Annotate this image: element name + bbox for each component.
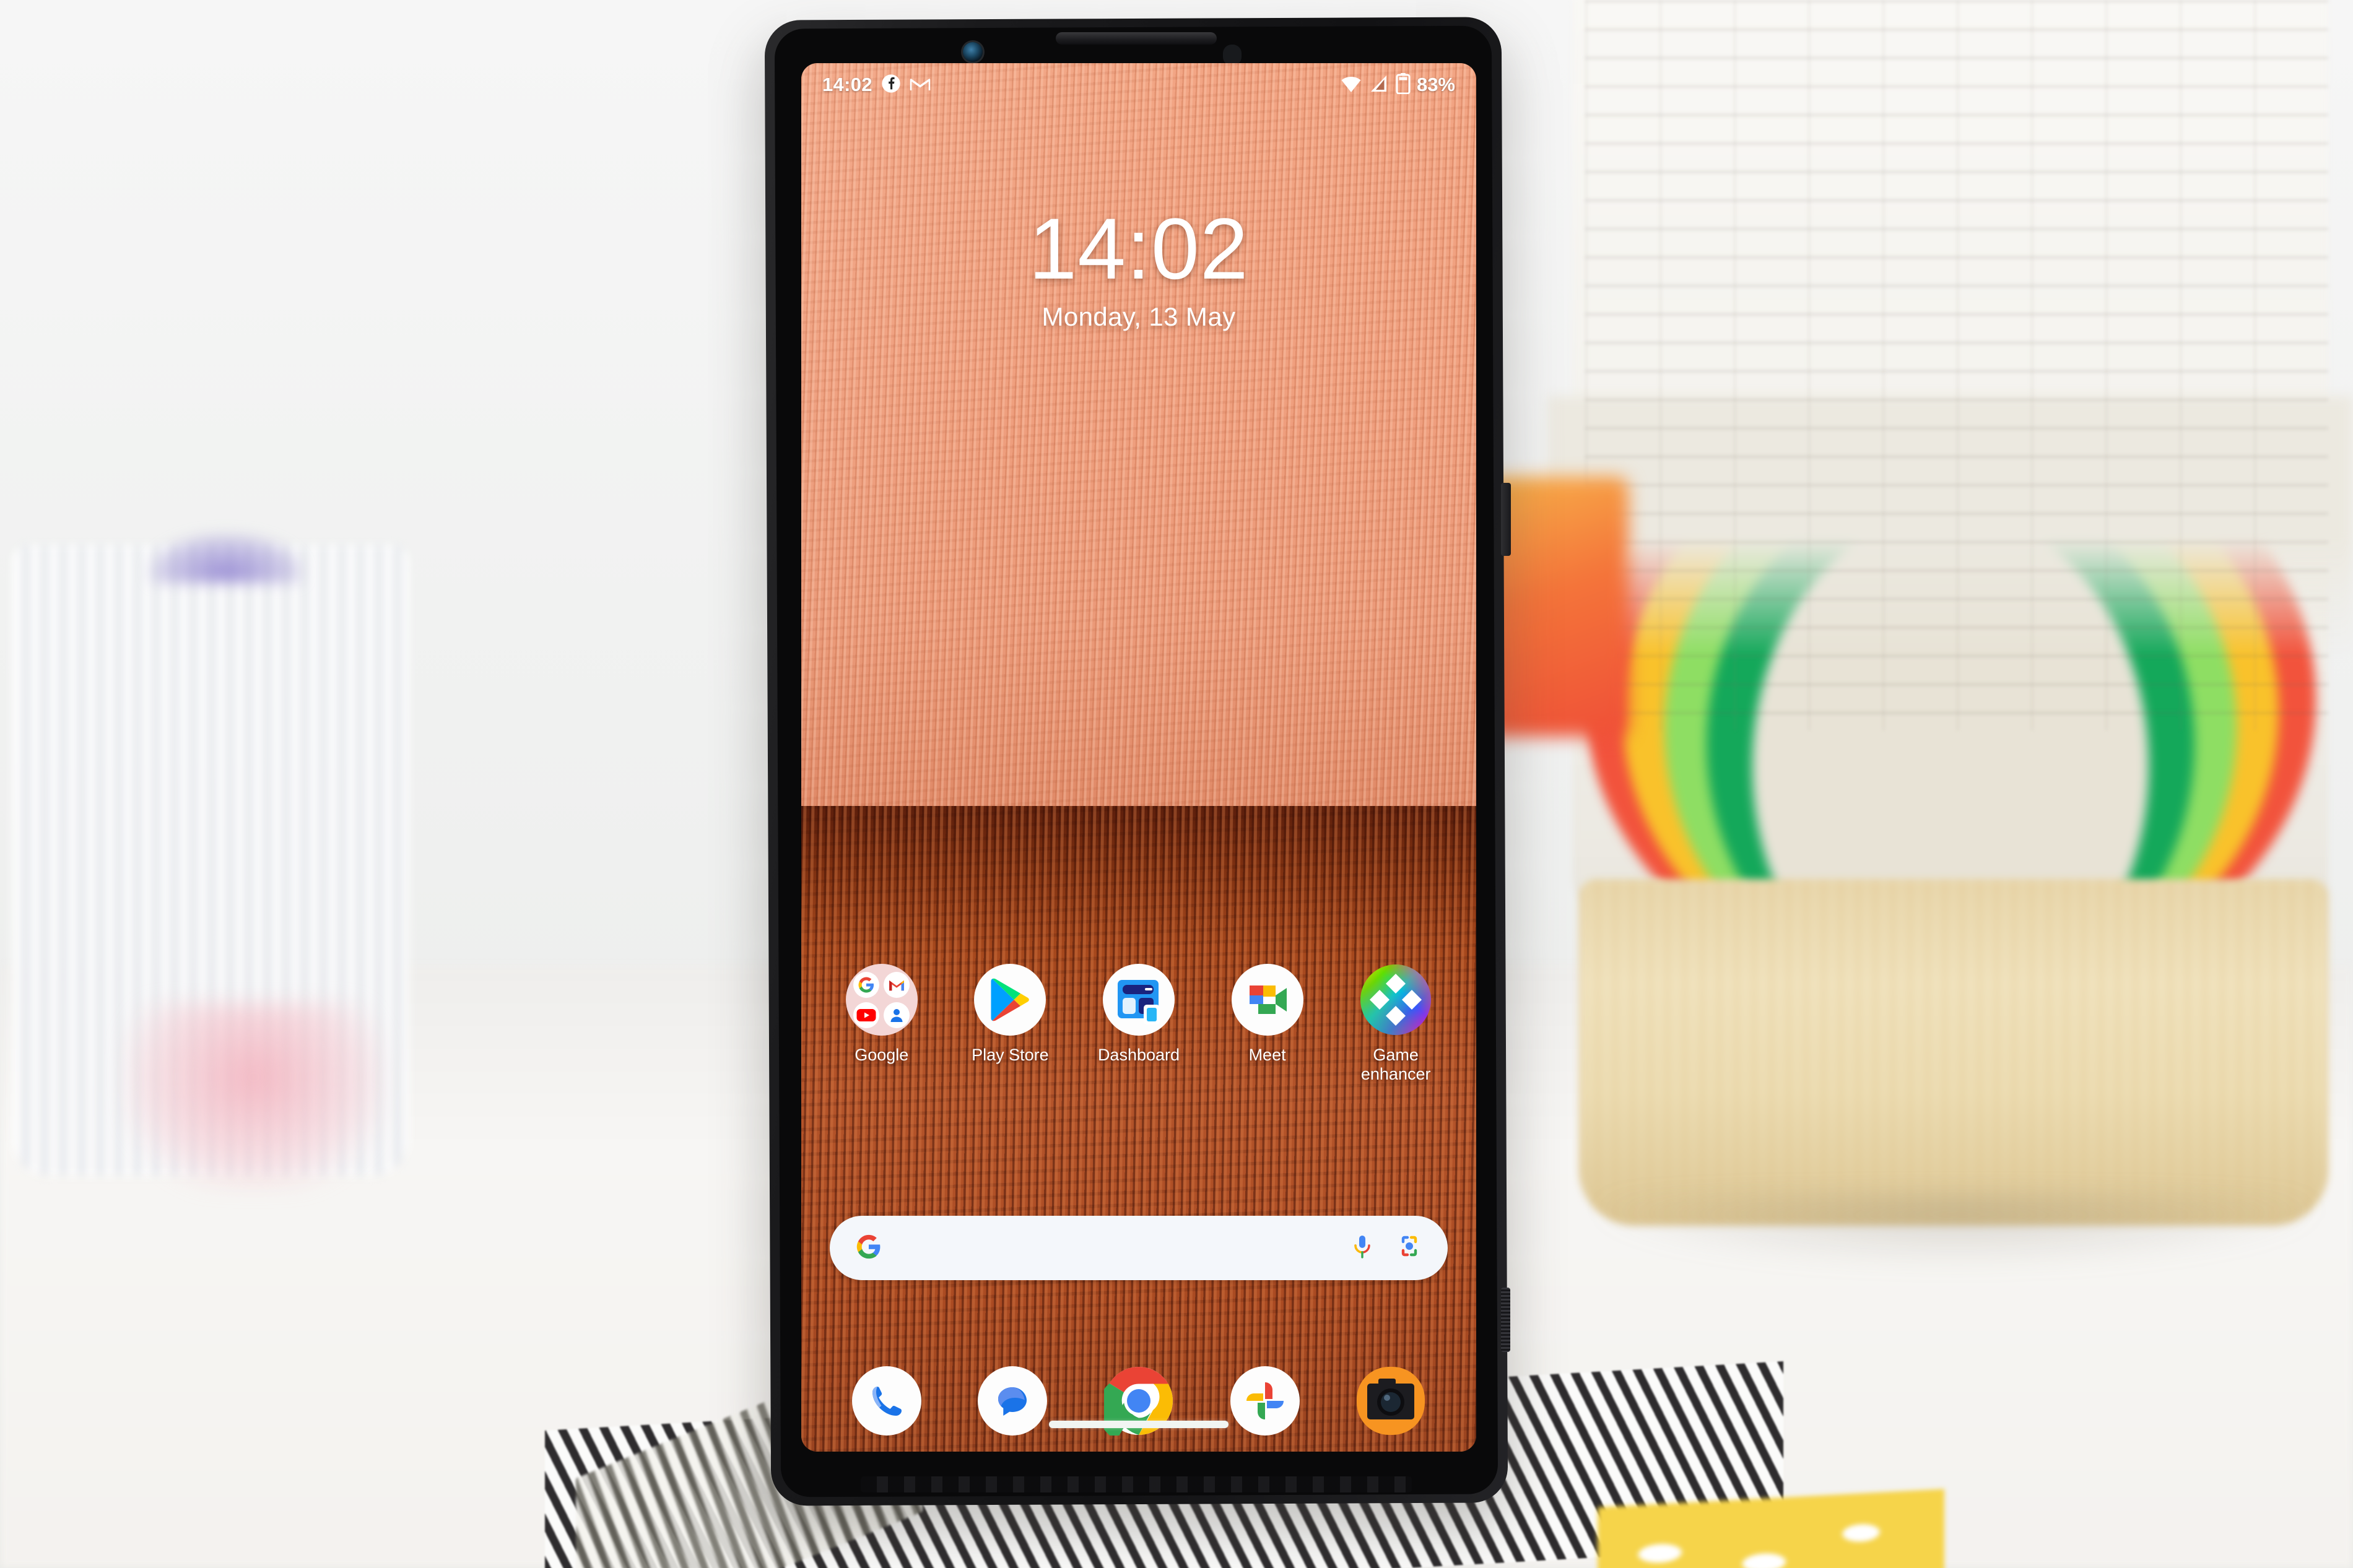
play-store-icon[interactable] bbox=[974, 964, 1046, 1036]
google-meet-icon[interactable] bbox=[1231, 964, 1303, 1036]
app-play-store[interactable]: Play Store bbox=[954, 964, 1066, 1065]
gesture-navigation-pill[interactable] bbox=[1049, 1421, 1229, 1428]
bottom-speaker-grille bbox=[861, 1476, 1412, 1492]
vase-pink-accent bbox=[124, 1003, 384, 1189]
wallpaper-top bbox=[801, 63, 1476, 806]
dashboard-icon[interactable] bbox=[1102, 964, 1175, 1036]
contacts-icon bbox=[884, 1002, 910, 1028]
phone-screen[interactable]: 14:02 83% 14:02 Monday, 13 May Google Pl… bbox=[801, 63, 1476, 1452]
phone-icon[interactable] bbox=[851, 1366, 921, 1436]
camera-shutter-button[interactable] bbox=[1501, 1288, 1510, 1352]
proximity-sensor-icon bbox=[1223, 45, 1242, 66]
battery-percent-label: 83% bbox=[1416, 74, 1455, 95]
messages-icon[interactable] bbox=[978, 1366, 1048, 1436]
google-folder-icon[interactable] bbox=[845, 964, 918, 1036]
photo-scene: 14:02 83% 14:02 Monday, 13 May Google Pl… bbox=[0, 0, 2353, 1568]
vase-purple-accent bbox=[149, 534, 303, 583]
facebook-icon bbox=[881, 74, 901, 97]
power-button[interactable] bbox=[1501, 483, 1511, 556]
app-label: Dashboard bbox=[1097, 1046, 1180, 1064]
wallpaper-bottom bbox=[801, 806, 1476, 1452]
game-enhancer-icon[interactable] bbox=[1360, 964, 1432, 1036]
clock-widget-date: Monday, 13 May bbox=[1042, 302, 1236, 331]
google-g-icon bbox=[855, 1232, 883, 1264]
app-meet[interactable]: Meet bbox=[1212, 964, 1323, 1065]
battery-icon bbox=[1396, 72, 1411, 97]
wifi-icon bbox=[1340, 74, 1362, 97]
status-bar-clock: 14:02 bbox=[822, 74, 872, 95]
front-camera-icon bbox=[963, 42, 983, 62]
app-label: Game enhancer bbox=[1361, 1046, 1431, 1085]
google-lens-icon[interactable] bbox=[1396, 1233, 1423, 1263]
app-label: Google bbox=[855, 1046, 909, 1064]
app-label-line2: enhancer bbox=[1360, 1065, 1431, 1084]
app-google-folder[interactable]: Google bbox=[826, 964, 937, 1065]
home-screen-app-row: Google Play Store Dashboard Meet Game en… bbox=[801, 964, 1476, 1085]
google-search-bar[interactable] bbox=[830, 1216, 1448, 1280]
app-label: Meet bbox=[1248, 1046, 1286, 1064]
status-bar[interactable]: 14:02 83% bbox=[801, 63, 1476, 106]
jar-shadow bbox=[1585, 1195, 2328, 1269]
clock-widget[interactable]: 14:02 Monday, 13 May bbox=[801, 206, 1476, 332]
google-photos-icon[interactable] bbox=[1230, 1366, 1300, 1436]
cellular-signal-icon bbox=[1368, 74, 1390, 97]
app-dashboard[interactable]: Dashboard bbox=[1083, 964, 1194, 1065]
bamboo-jar-base bbox=[1579, 879, 2328, 1226]
status-bar-right: 83% bbox=[1340, 72, 1455, 97]
app-label: Play Store bbox=[972, 1046, 1049, 1064]
earpiece-speaker-icon bbox=[1056, 32, 1217, 45]
status-bar-left: 14:02 bbox=[822, 74, 931, 97]
app-label-line1: Game bbox=[1373, 1046, 1419, 1064]
app-game-enhancer[interactable]: Game enhancer bbox=[1340, 964, 1451, 1085]
jar-glass-reflections bbox=[1585, 0, 2328, 730]
microphone-icon[interactable] bbox=[1350, 1233, 1375, 1263]
youtube-icon bbox=[853, 1002, 880, 1028]
camera-icon[interactable] bbox=[1356, 1366, 1425, 1436]
gmail-icon bbox=[884, 971, 910, 998]
clock-widget-time: 14:02 bbox=[1029, 200, 1249, 297]
google-icon bbox=[853, 971, 880, 998]
gmail-icon bbox=[910, 76, 931, 95]
